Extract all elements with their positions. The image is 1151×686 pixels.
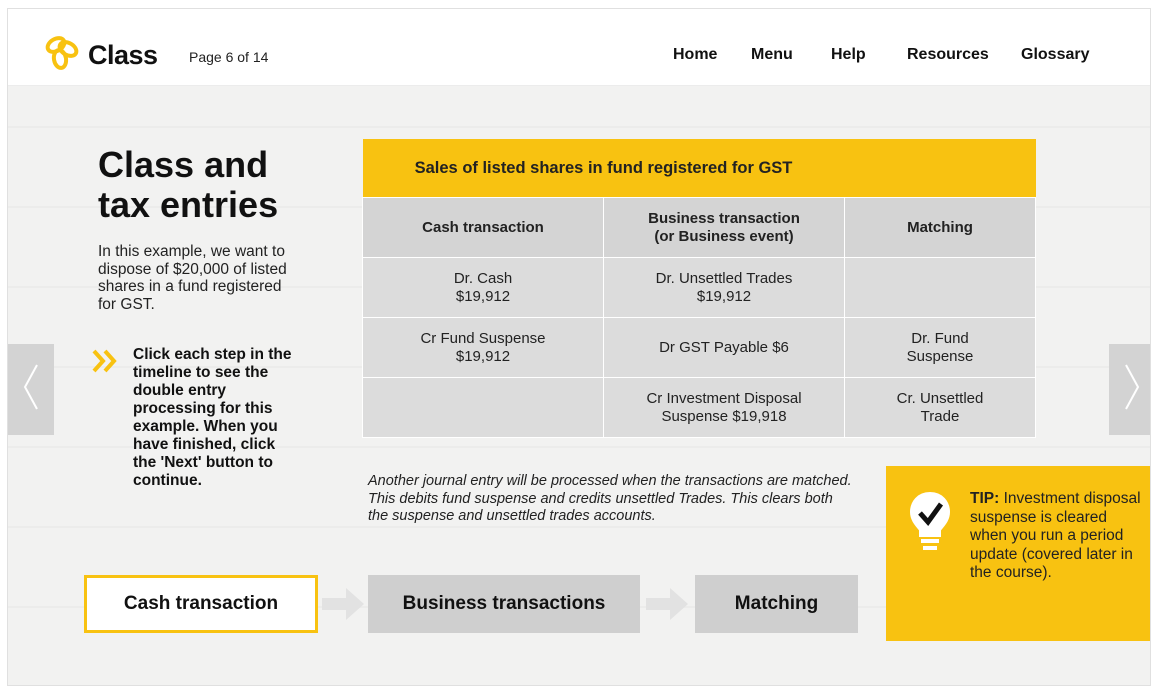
course-frame: Class Page 6 of 14 Home Menu Help Resour… [7,8,1151,686]
tip-panel: TIP: Investment disposal suspense is cle… [886,466,1150,641]
cell-cash: Dr. Cash $19,912 [362,257,604,318]
prev-arrow-icon [21,362,41,417]
journal-note: Another journal entry will be processed … [368,473,852,524]
tip-label: TIP: [970,490,1000,507]
cell-matching: Dr. Fund Suspense [844,317,1036,378]
nav-help[interactable]: Help [831,46,866,64]
chevron-double-right-icon [91,348,119,379]
nav-glossary[interactable]: Glossary [1021,46,1089,64]
timeline-step-matching[interactable]: Matching [695,575,858,633]
lightbulb-check-icon [908,490,952,559]
top-bar: Class Page 6 of 14 Home Menu Help Resour… [8,9,1150,86]
table-title: Sales of listed shares in fund registere… [362,139,845,198]
prev-button[interactable] [8,344,54,435]
timeline-step-business[interactable]: Business transactions [368,575,640,633]
page-title: Class and tax entries [98,145,328,225]
next-arrow-icon [1122,362,1142,417]
instruction-text: Click each step in the timeline to see t… [133,346,292,489]
cell-matching [844,257,1036,318]
timeline-step-cash[interactable]: Cash transaction [84,575,318,633]
cell-business: Dr. Unsettled Trades $19,912 [603,257,845,318]
table-row: Cr Investment Disposal Suspense $19,918 C… [362,377,1036,438]
logo-text: Class [88,40,158,70]
entries-table: Sales of listed shares in fund registere… [362,139,1036,438]
cell-matching: Cr. Unsettled Trade [844,377,1036,438]
page-indicator: Page 6 of 14 [189,49,269,65]
class-logo-icon [42,35,84,76]
timeline-chevron-icon [320,582,368,631]
nav-resources[interactable]: Resources [907,46,989,64]
nav-menu[interactable]: Menu [751,46,793,64]
cell-business: Dr GST Payable $6 [603,317,845,378]
wall-texture [8,126,1150,128]
cell-cash [362,377,604,438]
table-row: Cr Fund Suspense $19,912 Dr GST Payable $… [362,317,1036,378]
next-button[interactable] [1109,344,1150,435]
table-row: Dr. Cash $19,912 Dr. Unsettled Trades $19,… [362,257,1036,318]
page-title-line1: Class and [98,144,269,185]
cell-business: Cr Investment Disposal Suspense $19,918 [603,377,845,438]
cell-cash: Cr Fund Suspense $19,912 [362,317,604,378]
intro-text: In this example, we want to dispose of $… [98,243,287,313]
table-header-row: Cash transaction Business transaction (o… [362,197,1036,258]
header-matching: Matching [844,197,1036,258]
timeline-chevron-icon [644,582,692,631]
table-title-spacer [844,139,1036,198]
nav-home[interactable]: Home [673,46,717,64]
page-title-line2: tax entries [98,184,279,225]
tip-text: TIP: Investment disposal suspense is cle… [970,490,1145,583]
class-logo: Class [42,35,158,76]
header-cash: Cash transaction [362,197,604,258]
header-business: Business transaction (or Business event) [603,197,845,258]
